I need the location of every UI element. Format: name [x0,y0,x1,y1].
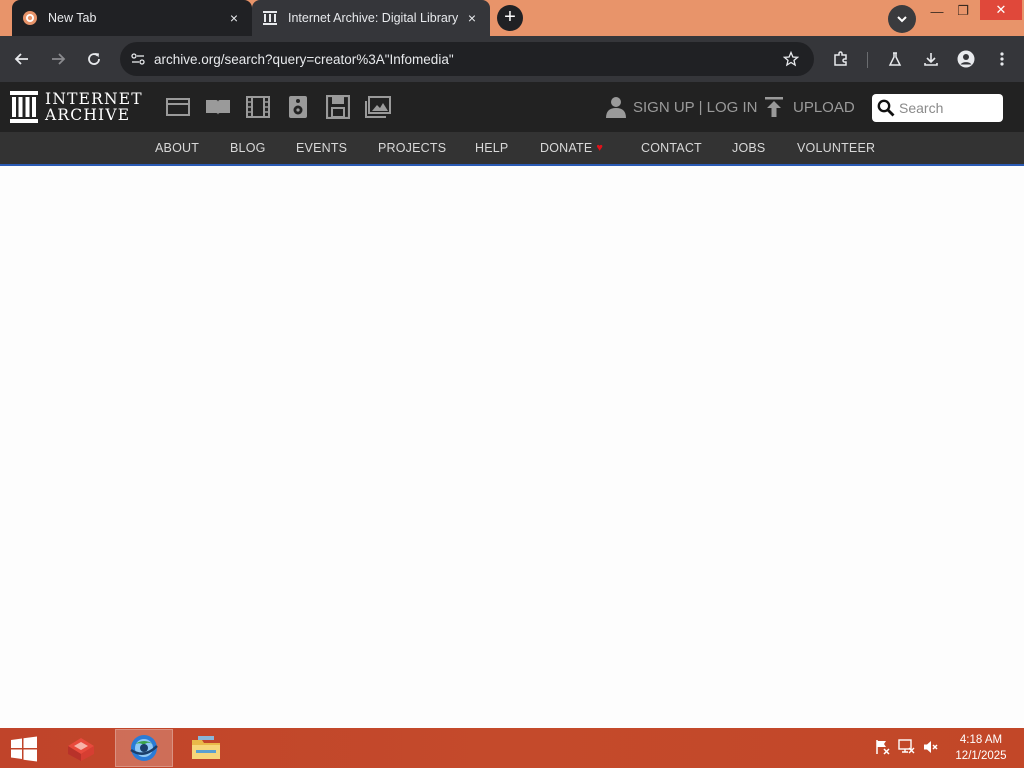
page-content-area [0,168,1024,728]
browser-tab-strip: New Tab × Internet Archive: Digital Libr… [0,0,1024,36]
ia-wordmark: INTERNET ARCHIVE [45,91,143,123]
chevron-down-icon [897,16,907,23]
windows-taskbar: 4:18 AM 12/1/2025 [0,728,1024,768]
ia-logo[interactable]: INTERNET ARCHIVE [10,91,143,123]
forward-button[interactable] [46,47,70,71]
new-tab-button[interactable]: + [497,5,523,31]
clock-date: 12/1/2025 [955,750,1007,762]
ia-secondary-nav: ABOUT BLOG EVENTS PROJECTS HELP DONATE ♥ … [0,132,1024,166]
new-tab-favicon-icon [22,10,38,26]
archive-building-icon [10,91,38,123]
toolbox-app-icon [68,738,94,761]
tab-new-tab[interactable]: New Tab × [12,0,252,36]
taskbar-app-file-explorer[interactable] [177,729,235,767]
audio-icon[interactable] [285,95,311,119]
tab-close-icon[interactable]: × [226,10,242,26]
back-arrow-icon [14,53,28,65]
video-icon[interactable] [245,95,271,119]
archive-favicon-icon [262,10,278,26]
browser-app-icon [130,735,158,761]
address-bar[interactable]: archive.org/search?query=creator%3A"Info… [120,42,814,76]
bookmark-star-icon[interactable] [780,48,802,70]
nav-donate-label: DONATE [540,141,593,155]
signup-label: SIGN UP | LOG IN [633,98,758,116]
network-icon[interactable] [898,738,916,756]
back-button[interactable] [10,47,34,71]
window-close-button[interactable]: ✕ [980,0,1022,20]
taskbar-app-browser[interactable] [115,729,173,767]
tab-internet-archive[interactable]: Internet Archive: Digital Library of Fre… [252,0,490,36]
search-input[interactable] [899,100,994,116]
site-info-icon[interactable] [126,47,150,71]
upload-link[interactable]: UPLOAD [764,96,855,118]
signup-login-link[interactable]: SIGN UP | LOG IN [606,96,757,118]
web-icon[interactable] [165,95,191,119]
url-text[interactable]: archive.org/search?query=creator%3A"Info… [154,52,780,67]
action-center-flag-icon[interactable] [873,738,891,756]
nav-about[interactable]: ABOUT [155,132,199,164]
reload-icon [88,53,100,65]
tab-title: New Tab [48,11,97,25]
extensions-icon[interactable] [829,47,853,71]
user-icon [606,96,626,118]
tab-close-icon[interactable]: × [464,10,480,26]
nav-blog[interactable]: BLOG [230,132,266,164]
ia-header: INTERNET ARCHIVE SIGN UP | LOG IN UPLOAD [0,82,1024,132]
clock-time: 4:18 AM [959,734,1003,746]
maximize-button[interactable]: ❐ [948,0,978,22]
kebab-menu-icon[interactable] [990,47,1014,71]
texts-icon[interactable] [205,95,231,119]
nav-events[interactable]: EVENTS [296,132,347,164]
nav-help[interactable]: HELP [475,132,508,164]
software-icon[interactable] [325,95,351,119]
taskbar-clock[interactable]: 4:18 AM 12/1/2025 [948,732,1014,764]
nav-projects[interactable]: PROJECTS [378,132,446,164]
upload-label: UPLOAD [793,98,855,116]
toolbar-separator [867,52,868,68]
nav-jobs[interactable]: JOBS [732,132,765,164]
download-icon[interactable] [919,47,943,71]
folder-icon [192,736,220,759]
profile-avatar-icon[interactable] [954,47,978,71]
start-button[interactable] [8,736,40,762]
search-icon[interactable] [877,99,895,117]
nav-contact[interactable]: CONTACT [641,132,702,164]
tab-search-button[interactable] [888,5,916,33]
browser-toolbar: archive.org/search?query=creator%3A"Info… [0,36,1024,82]
nav-donate[interactable]: DONATE ♥ [540,132,603,164]
tab-title: Internet Archive: Digital Library of Fre… [288,11,458,25]
taskbar-app-toolbox[interactable] [52,729,110,767]
logo-line-2: ARCHIVE [45,106,131,124]
forward-arrow-icon [52,53,66,65]
images-icon[interactable] [365,95,391,119]
nav-volunteer[interactable]: VOLUNTEER [797,132,875,164]
volume-muted-icon[interactable] [922,738,940,756]
logo-line-1: INTERNET [45,90,143,108]
labs-flask-icon[interactable] [883,47,907,71]
ia-search-box[interactable] [872,94,1003,122]
reload-button[interactable] [82,47,106,71]
heart-icon: ♥ [596,142,604,154]
upload-arrow-icon [764,97,784,117]
windows-logo-icon [11,736,37,762]
